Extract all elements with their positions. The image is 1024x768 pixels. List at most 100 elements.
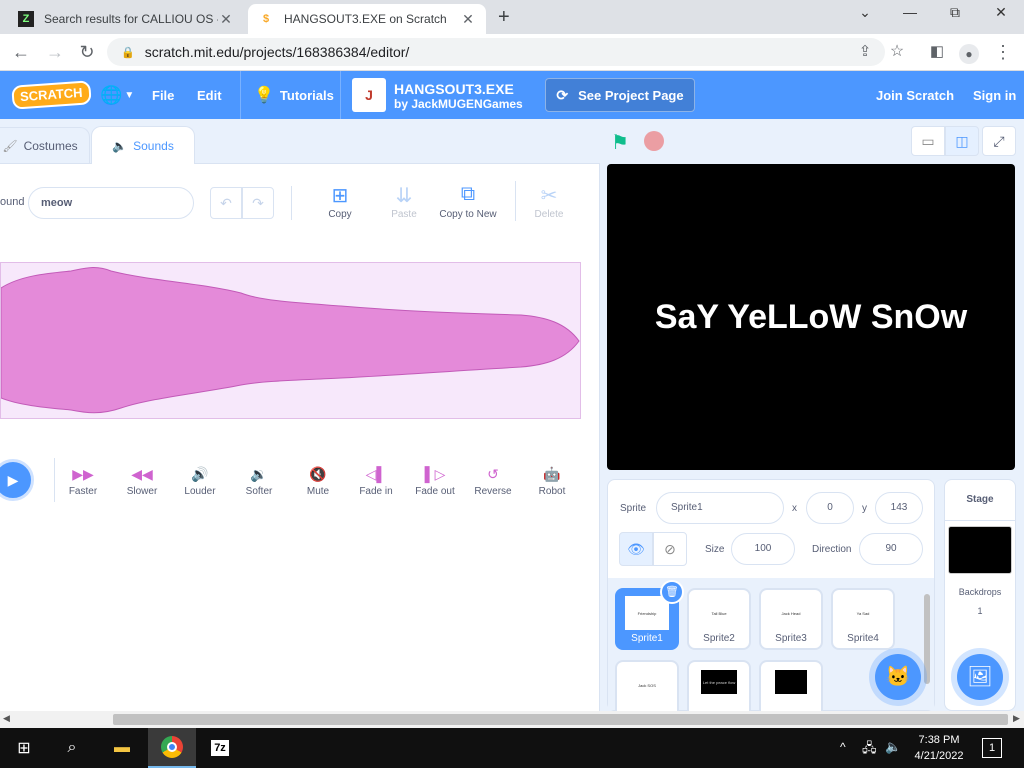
minimize-icon[interactable]: — bbox=[887, 4, 933, 26]
effect-robot-button[interactable]: 🤖 Robot bbox=[522, 466, 582, 497]
tab-costumes[interactable]: 🖌 Costumes bbox=[0, 127, 90, 163]
redo-button[interactable]: ↷ bbox=[242, 187, 274, 219]
scroll-left-arrow-icon[interactable]: ◀ bbox=[3, 713, 10, 724]
windows-start-icon[interactable]: ⊞ bbox=[0, 728, 48, 768]
file-explorer-icon[interactable]: ▬ bbox=[98, 728, 146, 768]
sprite-thumb-7[interactable] bbox=[759, 660, 823, 711]
search-icon[interactable]: ⌕ bbox=[48, 728, 96, 768]
backdrops-label: Backdrops bbox=[958, 587, 1002, 597]
sprite-thumb-3[interactable]: Jack Head Sprite3 bbox=[759, 588, 823, 650]
copy-to-new-icon: ⧉ bbox=[460, 183, 476, 205]
sprite-thumb-4[interactable]: Ya Sad Sprite4 bbox=[831, 588, 895, 650]
scroll-right-arrow-icon[interactable]: ▶ bbox=[1013, 713, 1020, 724]
fullscreen-icon[interactable]: ⤢ bbox=[982, 126, 1016, 156]
tutorials-button[interactable]: 💡 Tutorials bbox=[254, 71, 334, 119]
new-tab-icon[interactable]: + bbox=[498, 6, 510, 29]
sprite-thumbnail: Jack SOS bbox=[638, 682, 656, 688]
scratch-favicon-icon: $ bbox=[262, 13, 270, 25]
sound-name-input[interactable]: meow bbox=[28, 187, 194, 219]
close-window-icon[interactable]: ✕ bbox=[978, 4, 1024, 26]
see-project-icon: ⟳ bbox=[556, 86, 569, 103]
sprite-list-scrollbar[interactable] bbox=[922, 584, 932, 708]
restore-icon[interactable]: ⧉ bbox=[932, 4, 978, 26]
waveform-container[interactable] bbox=[0, 262, 581, 419]
y-label: y bbox=[862, 503, 867, 514]
show-eye-icon[interactable]: 👁 bbox=[619, 532, 653, 566]
green-flag-icon[interactable]: ⚑ bbox=[611, 130, 629, 155]
chevron-down-icon[interactable]: ⌄ bbox=[842, 4, 888, 26]
add-backdrop-icon[interactable]: 🖼 bbox=[957, 654, 1003, 700]
address-bar[interactable]: 🔒 scratch.mit.edu/projects/168386384/edi… bbox=[107, 38, 885, 66]
chrome-icon[interactable] bbox=[148, 728, 196, 768]
join-scratch-link[interactable]: Join Scratch bbox=[876, 71, 954, 119]
volume-icon[interactable]: 🔈 bbox=[885, 739, 901, 755]
back-arrow-icon[interactable]: ← bbox=[8, 40, 34, 64]
browser-tab-scratch[interactable]: $ HANGSOUT3.EXE on Scratch ✕ bbox=[248, 4, 486, 34]
sprite-name: Sprite2 bbox=[703, 633, 735, 644]
language-globe-icon[interactable]: 🌐 ▼ bbox=[100, 71, 134, 119]
effect-slower-button[interactable]: ◀◀ Slower bbox=[112, 466, 172, 497]
delete-button[interactable]: ✂ Delete bbox=[514, 183, 584, 220]
forward-arrow-icon[interactable]: → bbox=[42, 40, 68, 64]
scrollbar-thumb[interactable] bbox=[113, 714, 1008, 725]
normal-stage-icon[interactable]: ◫ bbox=[945, 126, 979, 156]
small-stage-icon[interactable]: ▭ bbox=[911, 126, 945, 156]
side-panel-icon[interactable]: ◧ bbox=[924, 40, 950, 64]
sprite-thumb-2[interactable]: Tall Blue Sprite2 bbox=[687, 588, 751, 650]
show-hidden-icons-icon[interactable]: ^ bbox=[840, 740, 846, 754]
project-author: by JackMUGENGames bbox=[394, 97, 523, 111]
x-input[interactable]: 0 bbox=[806, 492, 854, 524]
sprite-thumb-6[interactable]: Let the peace flow bbox=[687, 660, 751, 711]
add-sprite-icon[interactable]: 🐱 bbox=[875, 654, 921, 700]
copy-to-new-button[interactable]: ⧉ Copy to New bbox=[433, 183, 503, 220]
copy-label: Copy bbox=[328, 209, 352, 220]
copy-to-new-label: Copy to New bbox=[439, 209, 497, 220]
sign-in-link[interactable]: Sign in bbox=[973, 71, 1016, 119]
close-tab-icon[interactable]: ✕ bbox=[460, 11, 476, 28]
browser-menu-icon[interactable]: ⋮ bbox=[990, 40, 1016, 64]
browser-tab-strip: Z Search results for CALLIOU OS - · ✕ $ … bbox=[0, 0, 1024, 34]
close-tab-icon[interactable]: ✕ bbox=[218, 11, 234, 28]
see-project-page-button[interactable]: ⟳ See Project Page bbox=[545, 78, 695, 112]
tab-sounds-label: Sounds bbox=[133, 138, 174, 153]
effect-faster-button[interactable]: ▶▶ Faster bbox=[53, 466, 113, 497]
effect-label: Slower bbox=[126, 486, 158, 497]
sprite-thumb-5[interactable]: Jack SOS bbox=[615, 660, 679, 711]
edit-menu[interactable]: Edit bbox=[197, 71, 222, 119]
7zip-icon[interactable]: 7z bbox=[196, 728, 244, 768]
effect-fade-out-button[interactable]: ▌▷ Fade out bbox=[405, 466, 465, 497]
stage-canvas[interactable]: SaY YeLLoW SnOw bbox=[607, 164, 1015, 470]
y-input[interactable]: 143 bbox=[875, 492, 923, 524]
see-project-label: See Project Page bbox=[578, 87, 684, 103]
copy-button[interactable]: ⊞ Copy bbox=[305, 183, 375, 220]
size-input[interactable]: 100 bbox=[731, 533, 795, 565]
hide-eye-icon[interactable]: ⊘ bbox=[653, 532, 687, 566]
delete-sprite-icon[interactable]: 🗑 bbox=[660, 580, 684, 604]
stage-backdrop-thumbnail[interactable] bbox=[948, 526, 1012, 574]
sprite-name-input[interactable]: Sprite1 bbox=[656, 492, 784, 524]
direction-input[interactable]: 90 bbox=[859, 533, 923, 565]
file-menu[interactable]: File bbox=[152, 71, 174, 119]
effect-reverse-button[interactable]: ↺ Reverse bbox=[463, 466, 523, 497]
tab-sounds[interactable]: 🔈 Sounds bbox=[91, 126, 195, 164]
stop-icon[interactable] bbox=[644, 131, 664, 151]
effect-label: Fade out bbox=[415, 486, 455, 497]
robot-icon: 🤖 bbox=[543, 466, 561, 482]
rewind-icon: ◀◀ bbox=[131, 466, 153, 482]
paste-button[interactable]: ⇊ Paste bbox=[369, 183, 439, 220]
taskbar-clock[interactable]: 7:38 PM 4/21/2022 bbox=[905, 732, 973, 764]
effect-fade-in-button[interactable]: ◁▌ Fade in bbox=[346, 466, 406, 497]
effect-mute-button[interactable]: 🔇 Mute bbox=[288, 466, 348, 497]
effect-label: Mute bbox=[306, 486, 330, 497]
undo-button[interactable]: ↶ bbox=[210, 187, 242, 219]
share-icon[interactable]: ⇪ bbox=[852, 40, 878, 64]
reload-icon[interactable]: ↻ bbox=[74, 40, 100, 64]
scratch-logo[interactable]: SCRATCH bbox=[11, 80, 92, 110]
browser-tab-search[interactable]: Z Search results for CALLIOU OS - · ✕ bbox=[8, 4, 244, 34]
effect-softer-button[interactable]: 🔉 Softer bbox=[229, 466, 289, 497]
effect-louder-button[interactable]: 🔊 Louder bbox=[170, 466, 230, 497]
network-icon[interactable]: 🖧 bbox=[862, 739, 877, 761]
bookmark-star-icon[interactable]: ☆ bbox=[884, 40, 910, 64]
notifications-icon[interactable]: 1 bbox=[982, 738, 1002, 758]
profile-avatar-icon[interactable]: ● bbox=[956, 40, 982, 64]
